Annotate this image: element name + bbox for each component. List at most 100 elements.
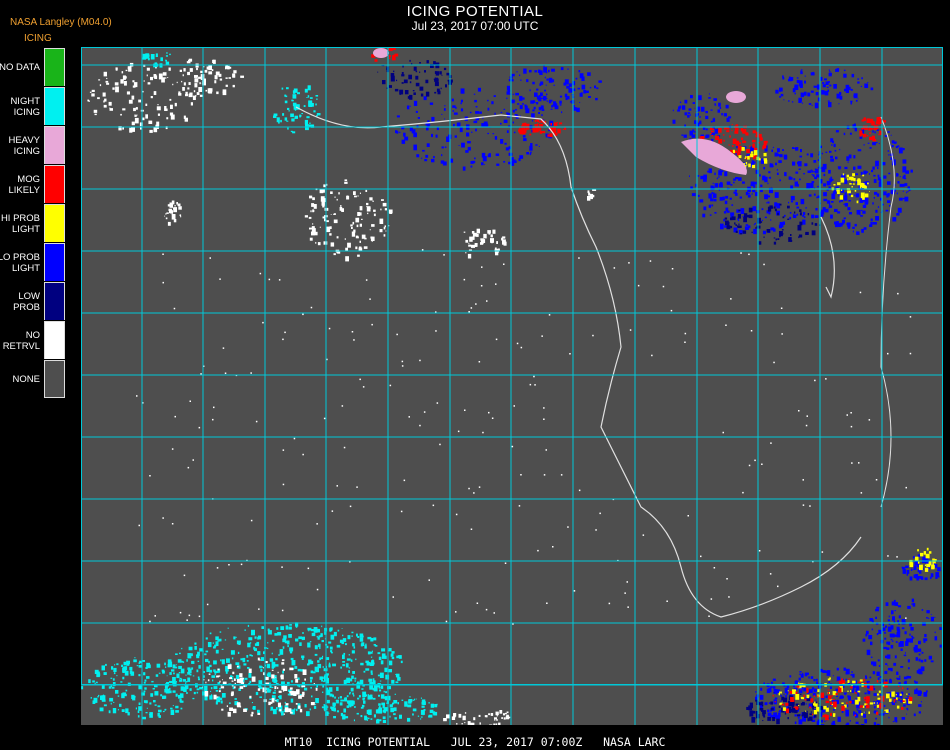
cloud-pixel [519, 105, 523, 110]
cloud-pixel [782, 221, 785, 225]
cloud-pixel [353, 229, 356, 233]
cloud-pixel [517, 103, 520, 105]
cloud-pixel [345, 247, 348, 251]
cloud-pixel [876, 700, 880, 702]
cloud-pixel [915, 657, 918, 661]
cloud-pixel [402, 65, 404, 68]
cloud-pixel [292, 94, 297, 99]
cloud-pixel [542, 95, 547, 101]
cloud-pixel [148, 120, 151, 124]
cloud-pixel [161, 669, 165, 672]
cloud-pixel [876, 633, 879, 636]
cloud-pixel [121, 693, 125, 699]
cloud-pixel [343, 652, 346, 655]
cloud-pixel [162, 710, 165, 713]
cloud-pixel [436, 88, 440, 92]
cloud-pixel [849, 132, 852, 135]
cloud-pixel [378, 656, 382, 660]
cloud-pixel [789, 212, 792, 214]
cloud-pixel [557, 128, 561, 134]
cloud-pixel [812, 181, 815, 183]
cloud-pixel [186, 692, 188, 694]
cloud-pixel [295, 703, 298, 705]
cloud-pixel [885, 663, 888, 665]
cloud-pixel [797, 224, 802, 231]
cloud-pixel [666, 600, 668, 602]
cloud-pixel [173, 672, 175, 675]
cloud-pixel [809, 505, 811, 507]
cloud-pixel [423, 411, 426, 413]
cloud-pixel [738, 223, 740, 226]
cloud-pixel [752, 710, 756, 714]
cloud-pixel [691, 134, 696, 138]
cloud-pixel [225, 65, 228, 69]
cloud-pixel [627, 606, 629, 608]
cloud-pixel [797, 717, 800, 719]
cloud-pixel [213, 686, 218, 690]
cloud-pixel [165, 217, 168, 220]
cloud-pixel [863, 711, 865, 713]
cloud-pixel [284, 117, 288, 121]
cloud-pixel [811, 104, 813, 106]
cloud-pixel [133, 107, 136, 112]
cloud-pixel [534, 120, 536, 123]
cloud-pixel [780, 695, 783, 697]
cloud-pixel [322, 691, 324, 693]
cloud-pixel [373, 637, 377, 641]
cloud-pixel [377, 652, 381, 655]
cloud-pixel [886, 647, 890, 650]
cloud-pixel [833, 708, 835, 711]
cloud-pixel [400, 510, 403, 513]
cloud-pixel [447, 79, 450, 82]
cloud-pixel [275, 664, 279, 667]
cloud-pixel [559, 95, 563, 98]
cloud-pixel [101, 665, 105, 671]
cloud-pixel [894, 655, 897, 659]
cloud-pixel [206, 666, 210, 672]
cloud-pixel [532, 109, 535, 112]
cloud-pixel [342, 654, 345, 660]
cloud-pixel [764, 148, 768, 152]
cloud-pixel [873, 197, 875, 199]
cloud-pixel [503, 119, 508, 123]
cloud-pixel [350, 700, 355, 705]
cloud-pixel [91, 89, 95, 92]
cloud-pixel [899, 688, 901, 690]
cloud-pixel [275, 677, 277, 678]
cloud-pixel [776, 172, 779, 175]
cloud-pixel [126, 662, 130, 666]
cloud-pixel [466, 132, 470, 137]
cloud-pixel [200, 373, 202, 375]
cloud-pixel [282, 670, 284, 674]
cloud-pixel [747, 225, 751, 229]
cloud-pixel [276, 627, 279, 630]
cloud-pixel [281, 609, 284, 612]
cloud-pixel [454, 135, 457, 138]
cloud-pixel [361, 642, 365, 646]
cloud-pixel [875, 160, 879, 167]
cloud-pixel [903, 198, 905, 200]
cloud-pixel [221, 648, 224, 650]
cloud-pixel [901, 707, 904, 710]
cloud-pixel [224, 372, 227, 374]
cloud-pixel [515, 92, 519, 96]
cloud-pixel [395, 674, 397, 675]
cloud-pixel [550, 108, 553, 110]
cloud-pixel [470, 307, 473, 309]
cloud-pixel [496, 715, 498, 717]
cloud-pixel [413, 100, 418, 106]
cloud-pixel [751, 160, 753, 162]
cloud-pixel [475, 106, 478, 108]
cloud-pixel [407, 704, 412, 708]
cloud-pixel [194, 83, 198, 88]
cloud-pixel [311, 695, 313, 698]
cloud-pixel [401, 82, 404, 84]
cloud-pixel [304, 704, 307, 708]
cloud-pixel [271, 674, 275, 679]
cloud-pixel [810, 90, 814, 93]
cloud-pixel [824, 714, 827, 718]
cloud-pixel [903, 183, 906, 187]
cloud-pixel [769, 573, 772, 575]
cloud-pixel [839, 91, 842, 96]
cloud-pixel [539, 131, 543, 134]
